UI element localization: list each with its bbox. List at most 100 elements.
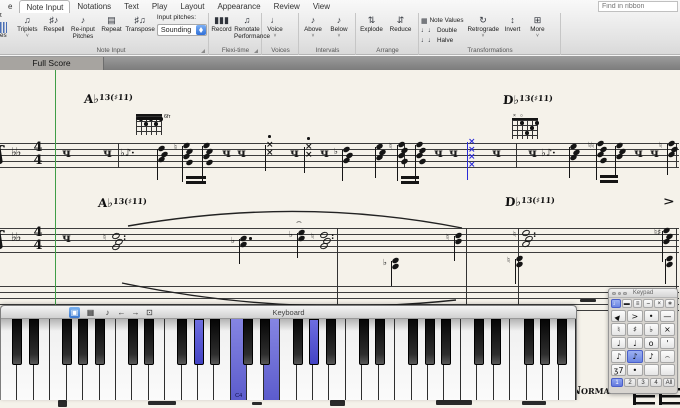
button-re-input-pitches[interactable]: ♪Re-input Pitches xyxy=(67,14,99,41)
piano-black-key[interactable] xyxy=(78,319,88,365)
keypad-titlebar[interactable]: Keypad xyxy=(609,289,677,298)
quarter-rest[interactable]: ч xyxy=(222,146,231,160)
octave-left-icon[interactable]: ← xyxy=(116,307,127,318)
keypad-cell-r5c3[interactable] xyxy=(644,364,659,376)
button-repeat[interactable]: ▤Repeat xyxy=(99,14,125,34)
piano-black-key[interactable] xyxy=(194,319,204,365)
minimize-button[interactable] xyxy=(618,292,622,296)
keypad-cell-r2c1[interactable]: ♮ xyxy=(611,323,626,335)
ribbon-tab-layout[interactable]: Layout xyxy=(174,0,210,13)
guitar-fret-diagram[interactable]: ×○ xyxy=(512,118,538,139)
piano-black-key[interactable] xyxy=(557,319,567,365)
piano-black-key[interactable] xyxy=(210,319,220,365)
keypad-cell-r2c3[interactable]: ♭ xyxy=(644,323,659,335)
tab-full-score[interactable]: Full Score xyxy=(0,57,104,70)
quarter-rest[interactable]: ч xyxy=(528,146,537,160)
ribbon-tab-text[interactable]: Text xyxy=(118,0,145,13)
guitar-fret-diagram[interactable]: 6fr xyxy=(136,114,162,135)
keypad-cell-r1c3[interactable]: • xyxy=(644,310,659,322)
keypad-cell-r4c3[interactable]: ♪ xyxy=(644,350,659,362)
piano-black-key[interactable] xyxy=(326,319,336,365)
keyboard-panel-titlebar[interactable]: Keyboard ▣▦♪←→⊡ xyxy=(1,306,576,319)
find-in-ribbon-input[interactable] xyxy=(598,1,678,12)
grace-note[interactable]: ♭♪· xyxy=(541,148,556,159)
grace-note[interactable]: ♭♪· xyxy=(120,148,135,159)
button-invert[interactable]: ↕Invert xyxy=(499,14,525,34)
quarter-rest[interactable]: ч xyxy=(290,146,299,160)
ribbon-tab-notations[interactable]: Notations xyxy=(71,0,117,13)
keypad-cell-r3c2[interactable]: ♩ xyxy=(627,337,642,349)
midi-input-toggle-icon[interactable]: ▣ xyxy=(69,307,80,318)
ribbon-button-clipped[interactable]: tes xyxy=(0,13,12,53)
keypad-cell-r3c3[interactable]: o xyxy=(644,337,659,349)
button-more[interactable]: ⊞More˅ xyxy=(525,14,549,39)
keypad-cell-r5c2[interactable]: • xyxy=(627,364,642,376)
button-renotate-performance[interactable]: ♫Renotate Performance xyxy=(233,14,261,41)
ribbon-tab-e[interactable]: e xyxy=(2,0,18,13)
piano-black-key[interactable] xyxy=(441,319,451,365)
keypad-cell-r4c1[interactable]: ♪ xyxy=(611,350,626,362)
octave-right-icon[interactable]: → xyxy=(130,307,141,318)
piano-black-key[interactable] xyxy=(359,319,369,365)
input-pitches-select[interactable]: Sounding xyxy=(157,24,207,36)
close-button[interactable] xyxy=(612,292,616,296)
keypad-cell-r3c4[interactable]: ' xyxy=(660,337,675,349)
ribbon-tab-appearance[interactable]: Appearance xyxy=(211,0,266,13)
piano-black-key[interactable] xyxy=(309,319,319,365)
button-explode[interactable]: ⇅Explode xyxy=(357,14,386,34)
keyboard-size-icon[interactable]: ▦ xyxy=(85,307,96,318)
keypad-cell-r4c2[interactable]: ♪ xyxy=(627,350,642,362)
stepper-arrows-icon[interactable] xyxy=(196,25,206,35)
piano-black-key[interactable] xyxy=(474,319,484,365)
keypad-cell-r1c4[interactable]: — xyxy=(660,310,675,322)
quarter-rest[interactable]: ч xyxy=(634,146,643,160)
keypad-cell-r2c2[interactable]: ♯ xyxy=(627,323,642,335)
button-voice[interactable]: ♩Voice˅ xyxy=(263,14,287,39)
piano-black-key[interactable] xyxy=(29,319,39,365)
quarter-rest[interactable]: ч xyxy=(103,146,112,160)
dialog-launcher-icon-note-input[interactable] xyxy=(201,49,205,53)
voice-button-4[interactable]: 4 xyxy=(650,378,662,387)
keypad-layout-tab-3[interactable]: ≡ xyxy=(633,299,643,308)
piano-black-key[interactable] xyxy=(12,319,22,365)
keypad-cell-r5c4[interactable] xyxy=(660,364,675,376)
button-transpose[interactable]: ♯♫Transpose xyxy=(124,14,156,34)
quarter-rest[interactable]: ч xyxy=(237,146,246,160)
piano-black-key[interactable] xyxy=(177,319,187,365)
piano-black-key[interactable] xyxy=(425,319,435,365)
voice-button-3[interactable]: 3 xyxy=(637,378,649,387)
chord-symbol[interactable]: A♭13(♯11) xyxy=(98,196,148,210)
keypad-cell-r2c4[interactable]: × xyxy=(660,323,675,335)
voice-button-all[interactable]: All xyxy=(663,378,675,387)
piano-black-key[interactable] xyxy=(491,319,501,365)
piano-black-key[interactable] xyxy=(144,319,154,365)
piano-black-key[interactable] xyxy=(62,319,72,365)
ribbon-tab-review[interactable]: Review xyxy=(268,0,306,13)
keypad-layout-tab-6[interactable]: ∗ xyxy=(665,299,675,308)
voice-button-2[interactable]: 2 xyxy=(624,378,636,387)
button-retrograde[interactable]: ↻Retrograde˅ xyxy=(466,14,499,39)
button-above[interactable]: ♪Above˅ xyxy=(300,14,326,39)
quarter-rest[interactable]: ч xyxy=(449,146,458,160)
quarter-rest[interactable]: ч xyxy=(320,146,329,160)
ribbon-tab-play[interactable]: Play xyxy=(146,0,174,13)
keypad-layout-tab-5[interactable]: × xyxy=(654,299,664,308)
quarter-rest[interactable]: ч xyxy=(492,146,501,160)
piano-black-key[interactable] xyxy=(128,319,138,365)
piano-black-key[interactable] xyxy=(293,319,303,365)
chord-symbol[interactable]: A♭13(♯11) xyxy=(84,92,134,106)
quarter-rest[interactable]: ч xyxy=(650,146,659,160)
button-record[interactable]: ▮▮▮Record xyxy=(210,14,233,34)
quarter-rest[interactable]: ч xyxy=(434,146,443,160)
panel-menu-icon[interactable]: ⊡ xyxy=(144,307,155,318)
button-reduce[interactable]: ⇵Reduce xyxy=(386,14,415,34)
keypad-cell-r3c1[interactable]: ♩ xyxy=(611,337,626,349)
keypad-cell-r1c1[interactable]: ▶ xyxy=(611,310,626,322)
button-triplets[interactable]: ♫Triplets˅ xyxy=(14,14,41,39)
note-input-mode-icon[interactable]: ♪ xyxy=(102,307,113,318)
dialog-launcher-icon-flexi-time[interactable] xyxy=(254,49,258,53)
piano-black-key[interactable] xyxy=(524,319,534,365)
quarter-rest[interactable]: ч xyxy=(62,231,71,245)
keypad-cell-r1c2[interactable]: > xyxy=(627,310,642,322)
piano-black-key[interactable] xyxy=(243,319,253,365)
